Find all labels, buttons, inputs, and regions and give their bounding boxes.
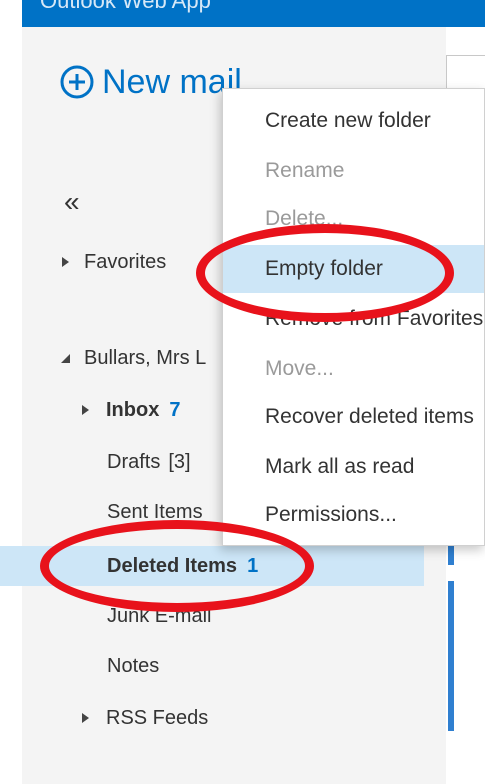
expand-arrow-icon — [62, 257, 69, 267]
menu-item-mark-all-as-read[interactable]: Mark all as read — [223, 443, 484, 491]
folder-context-menu: Create new folder Rename Delete... Empty… — [222, 88, 485, 546]
folder-label: Deleted Items — [107, 554, 238, 577]
folder-label: RSS Feeds — [106, 706, 209, 729]
folder-label: Notes — [107, 654, 160, 677]
folder-label: Inbox — [106, 398, 160, 421]
folder-notes[interactable]: Notes — [0, 648, 424, 684]
new-mail-button[interactable]: New mail — [60, 64, 242, 100]
app-title: Outlook Web App — [40, 0, 211, 13]
menu-item-remove-from-favorites[interactable]: Remove from Favorites — [223, 295, 484, 343]
menu-item-permissions[interactable]: Permissions... — [223, 491, 484, 539]
menu-item-empty-folder[interactable]: Empty folder — [223, 245, 484, 293]
new-mail-label: New mail — [102, 63, 242, 101]
unread-count: 7 — [169, 398, 181, 421]
expand-arrow-icon — [82, 405, 89, 415]
folder-rss-feeds[interactable]: RSS Feeds — [0, 700, 424, 736]
menu-item-move[interactable]: Move... — [223, 345, 484, 393]
search-box-edge[interactable] — [446, 55, 485, 91]
expand-arrow-icon — [82, 713, 89, 723]
folder-junk-email[interactable]: Junk E-mail — [0, 598, 424, 634]
account-label: Bullars, Mrs L — [84, 346, 207, 369]
collapse-pane-button[interactable]: « — [64, 186, 80, 218]
top-bar: Outlook Web App — [22, 0, 485, 27]
selection-indicator — [448, 581, 454, 731]
menu-item-recover-deleted-items[interactable]: Recover deleted items — [223, 393, 484, 441]
folder-label: Junk E-mail — [107, 604, 212, 627]
folder-label: Drafts — [107, 450, 161, 473]
folder-deleted-items[interactable]: Deleted Items 1 — [0, 546, 424, 586]
unread-count: 1 — [247, 554, 259, 577]
favorites-label: Favorites — [84, 250, 167, 273]
menu-item-create-new-folder[interactable]: Create new folder — [223, 97, 484, 145]
menu-item-rename[interactable]: Rename — [223, 147, 484, 195]
plus-circle-icon — [60, 65, 94, 99]
collapse-arrow-icon — [61, 354, 70, 363]
draft-count: [3] — [168, 450, 191, 473]
menu-item-delete[interactable]: Delete... — [223, 195, 484, 243]
folder-label: Sent Items — [107, 500, 203, 523]
